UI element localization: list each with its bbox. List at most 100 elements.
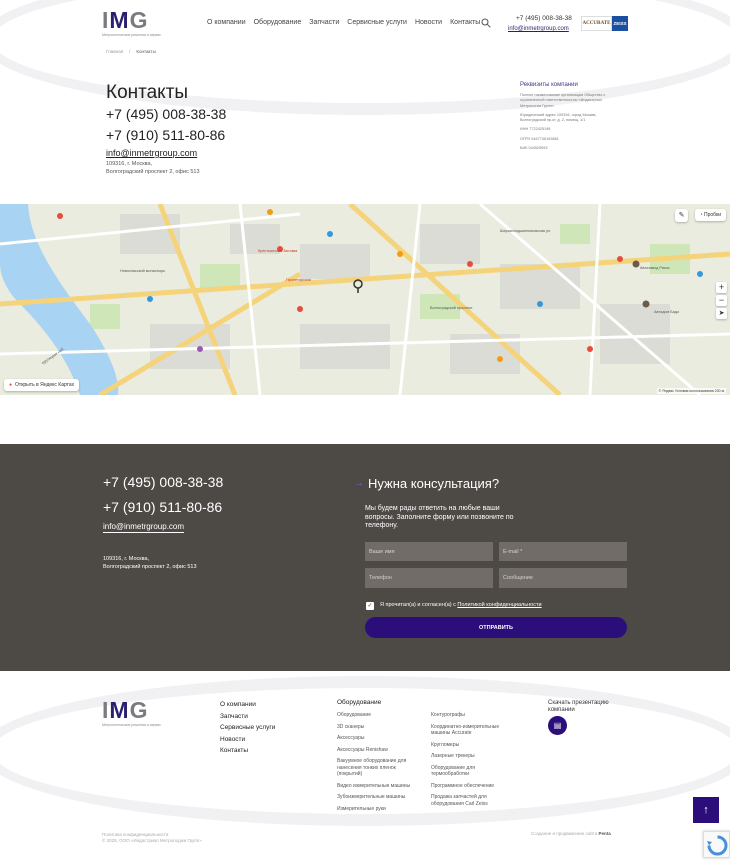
geolocation-icon[interactable]: ➤ (716, 308, 727, 319)
footer-eq-link[interactable]: Аксессуары (337, 735, 419, 742)
address-line-1: 109316, г. Москва, (106, 161, 153, 167)
open-in-yandex-label: Открыть в Яндекс Картах (15, 382, 75, 388)
map-label-kristi: Крестьянская Застава (258, 249, 298, 253)
requisites-ogrn: ОГРН 5167746163861 (520, 136, 559, 141)
contact-email[interactable]: info@inmetrgroup.com (106, 148, 197, 158)
accurate-logo: ACCURATE (581, 16, 612, 31)
breadcrumb-home[interactable]: Главная (106, 49, 123, 54)
map-label-avtozavod: Автозавод Рикоз (640, 266, 670, 270)
footer-eq-link[interactable]: Оборудование для термообработки (431, 765, 509, 778)
zoom-out-button[interactable]: − (716, 295, 727, 306)
open-in-yandex-button[interactable]: ● Открыть в Яндекс Картах (4, 379, 80, 391)
footer-equipment-title[interactable]: Оборудование (337, 699, 381, 706)
footer-nav-services[interactable]: Сервисные услуги (220, 722, 275, 734)
nav-item-about[interactable]: О компании (207, 19, 246, 26)
logo-tagline: Метрологические решения и сервис (102, 33, 161, 37)
footer-eq-link[interactable]: 3D сканеры (337, 724, 419, 731)
consent-checkbox[interactable]: ✓ (366, 602, 374, 610)
footer-eq-link[interactable]: Продажа запчастей для оборудования Carl … (431, 794, 509, 807)
breadcrumb-current: Контакты (136, 49, 156, 54)
footer-logo-tagline: Метрологические решения и сервис (102, 723, 161, 727)
footer-eq-link[interactable]: Видео измерительные машины (337, 783, 419, 790)
map-label-avtodom: Автодом Бадо (654, 310, 680, 314)
contact-phone-1[interactable]: +7 (495) 008-38-38 (106, 106, 226, 122)
header-email[interactable]: info@inmetrgroup.com (508, 26, 569, 32)
form-phone-2[interactable]: +7 (910) 511-80-86 (103, 499, 222, 515)
footer-nav-news[interactable]: Новости (220, 734, 275, 746)
traffic-label: Пробки (704, 212, 721, 218)
name-input[interactable]: Ваше имя (365, 542, 493, 561)
requisites-bik: БИК 044525593 (520, 146, 548, 151)
download-presentation-label[interactable]: Скачать презентацию компании (548, 700, 618, 714)
map-label-proletarskaya: Пролетарская (286, 278, 311, 282)
map-scale: 200 м (714, 389, 724, 393)
consultation-section: +7 (495) 008-38-38 +7 (910) 511-80-86 in… (0, 444, 730, 671)
footer-eq-link[interactable]: Вакуумное оборудование для нанесения тон… (337, 758, 419, 778)
requisites-block: Полное наименование организации Общество… (520, 93, 620, 155)
document-icon[interactable]: ▤ (548, 716, 567, 735)
form-title-text: Нужна консультация? (368, 476, 500, 491)
footer-copyright: © 2025, ООО «Индастриал Метролоджи Групп… (102, 838, 202, 843)
search-icon[interactable] (481, 18, 491, 28)
email-input[interactable]: E-mail * (499, 542, 627, 561)
form-description: Мы будем рады ответить на любые ваши воп… (365, 505, 514, 529)
footer-eq-link[interactable]: Координатно-измерительные машины Accurat… (431, 724, 509, 737)
arrow-right-icon: → (354, 478, 364, 489)
recaptcha-badge[interactable] (703, 831, 730, 858)
traffic-toggle[interactable]: ◔ Пробки (694, 209, 726, 221)
footer-nav-parts[interactable]: Запчасти (220, 711, 275, 723)
consent-label: Я прочитал(а) и согласен(а) с Политикой … (380, 602, 542, 608)
footer-eq-link[interactable]: Лазерные трекеры (431, 753, 509, 760)
form-address-line-2: Волгоградский проспект 2, офис 513 (103, 564, 197, 570)
made-by-studio: Penta (598, 831, 611, 836)
logo[interactable]: IMG Метрологические решения и сервис (102, 8, 164, 37)
footer-logo[interactable]: IMG Метрологические решения и сервис (102, 698, 164, 727)
yandex-map[interactable]: Крестьянская Застава Пролетарская Волгог… (0, 204, 730, 395)
footer-legal: Политика конфиденциальности © 2025, ООО … (102, 832, 202, 844)
footer-eq-link[interactable]: Программное обеспечение (431, 783, 509, 790)
footer-nav-contacts[interactable]: Контакты (220, 745, 275, 757)
form-phone-1[interactable]: +7 (495) 008-38-38 (103, 474, 223, 490)
nav-item-services[interactable]: Сервисные услуги (347, 19, 407, 26)
consent-prefix: Я прочитал(а) и согласен(а) с (380, 602, 458, 608)
nav-item-news[interactable]: Новости (415, 19, 442, 26)
main-nav: О компании Оборудование Запчасти Сервисн… (207, 19, 480, 26)
map-label-volgogradsky: Волгоградский проспект (430, 306, 473, 310)
partner-logos[interactable]: ACCURATE ZEISS (581, 16, 628, 31)
footer-eq-link[interactable]: Измерительные руки (337, 806, 419, 813)
footer-eq-link[interactable]: Кругломеры (431, 742, 509, 749)
message-input[interactable]: Сообщение (499, 568, 627, 588)
footer-equipment-col-2: Контурографы Координатно-измерительные м… (431, 712, 509, 812)
map-label-sharikopodshipnik: Шарикоподшипниковская ул. (500, 229, 552, 233)
zeiss-logo: ZEISS (612, 16, 628, 31)
location-pin-icon: ● (9, 382, 13, 388)
footer-equipment-col-1: Оборудование 3D сканеры Аксессуары Аксес… (337, 712, 419, 817)
form-email-link[interactable]: info@inmetrgroup.com (103, 522, 185, 533)
nav-item-contacts[interactable]: Контакты (450, 19, 480, 26)
submit-button[interactable]: ОТПРАВИТЬ (365, 617, 627, 638)
form-address-line-1: 109316, г. Москва, (103, 556, 150, 562)
footer-eq-link[interactable]: Аксессуары Renishaw (337, 747, 419, 754)
footer-eq-link[interactable]: Оборудование (337, 712, 419, 719)
privacy-policy-link[interactable]: Политикой конфиденциальности (457, 602, 541, 608)
nav-item-parts[interactable]: Запчасти (309, 19, 339, 26)
zoom-in-button[interactable]: + (716, 282, 727, 293)
nav-item-equipment[interactable]: Оборудование (254, 19, 302, 26)
phone-input[interactable]: Телефон (365, 568, 493, 588)
contact-phone-2[interactable]: +7 (910) 511-80-86 (106, 127, 225, 143)
footer-eq-link[interactable]: Контурографы (431, 712, 509, 719)
requisites-title: Реквизиты компании (520, 82, 578, 88)
ruler-icon[interactable]: ✎ (675, 209, 688, 222)
breadcrumb-separator: / (129, 49, 131, 54)
footer-nav-about[interactable]: О компании (220, 699, 275, 711)
footer-eq-link[interactable]: Зубоизмерительные машины (337, 794, 419, 801)
made-by[interactable]: Создание и продвижение сайта Penta (531, 831, 611, 836)
page-title: Контакты (106, 82, 189, 103)
map-copyright-text: © Яндекс Условия использования (658, 389, 714, 393)
made-by-prefix: Создание и продвижение сайта (531, 831, 598, 836)
logo-mark: IMG (102, 7, 149, 33)
map-canvas (0, 204, 730, 395)
requisites-legal-address: Юридический адрес 109316, город Москва, … (520, 112, 597, 123)
header-phone[interactable]: +7 (495) 008-38-38 (516, 15, 572, 22)
arrow-up-icon[interactable]: ↑ (693, 797, 719, 823)
